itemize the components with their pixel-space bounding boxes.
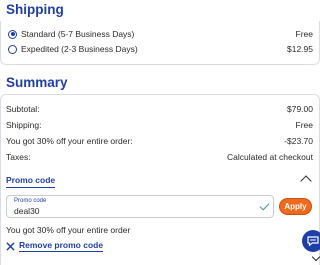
summary-row-value: Calculated at checkout	[227, 152, 313, 162]
shipping-option-label: Expedited (2-3 Business Days)	[21, 44, 138, 54]
summary-row-value: Free	[295, 120, 313, 130]
remove-promo-code-label: Remove promo code	[19, 240, 104, 252]
shipping-option-label: Standard (5-7 Business Days)	[21, 29, 135, 39]
promo-discount-note: You got 30% off your entire order	[6, 225, 131, 235]
close-icon[interactable]	[6, 241, 15, 251]
summary-row-label: Shipping:	[6, 120, 42, 130]
check-icon	[259, 200, 270, 211]
chat-icon	[307, 235, 319, 246]
shipping-option-price: $12.95	[287, 44, 313, 54]
summary-row-label: Subtotal:	[6, 104, 40, 114]
promo-code-field[interactable]: Promo code	[6, 195, 274, 218]
promo-code-field-label: Promo code	[14, 198, 47, 204]
summary-row-label: You got 30% off your entire order:	[6, 136, 133, 146]
promo-code-toggle[interactable]: Promo code	[6, 175, 56, 188]
radio-unselected[interactable]	[8, 44, 17, 54]
shipping-option-standard[interactable]: Standard (5-7 Business Days) Free	[8, 27, 313, 41]
summary-row-discount: You got 30% off your entire order: -$23.…	[6, 136, 313, 146]
summary-row-value: -$23.70	[284, 136, 313, 146]
shipping-option-expedited[interactable]: Expedited (2-3 Business Days) $12.95	[8, 42, 313, 56]
summary-row-label: Taxes:	[6, 152, 31, 162]
summary-title: Summary	[6, 75, 68, 90]
remove-promo-code-link[interactable]: Remove promo code	[6, 240, 104, 252]
chat-button[interactable]	[302, 230, 320, 252]
summary-row-shipping: Shipping: Free	[6, 120, 313, 130]
shipping-options-card: Standard (5-7 Business Days) Free Expedi…	[0, 21, 320, 65]
summary-row-taxes: Taxes: Calculated at checkout	[6, 152, 313, 162]
apply-button[interactable]: Apply	[279, 198, 312, 215]
shipping-option-price: Free	[295, 29, 313, 39]
summary-row-value: $79.00	[287, 104, 313, 114]
radio-selected[interactable]	[8, 29, 17, 39]
shipping-title: Shipping	[6, 2, 64, 17]
summary-row-subtotal: Subtotal: $79.00	[6, 104, 313, 114]
promo-code-input[interactable]	[14, 206, 244, 216]
